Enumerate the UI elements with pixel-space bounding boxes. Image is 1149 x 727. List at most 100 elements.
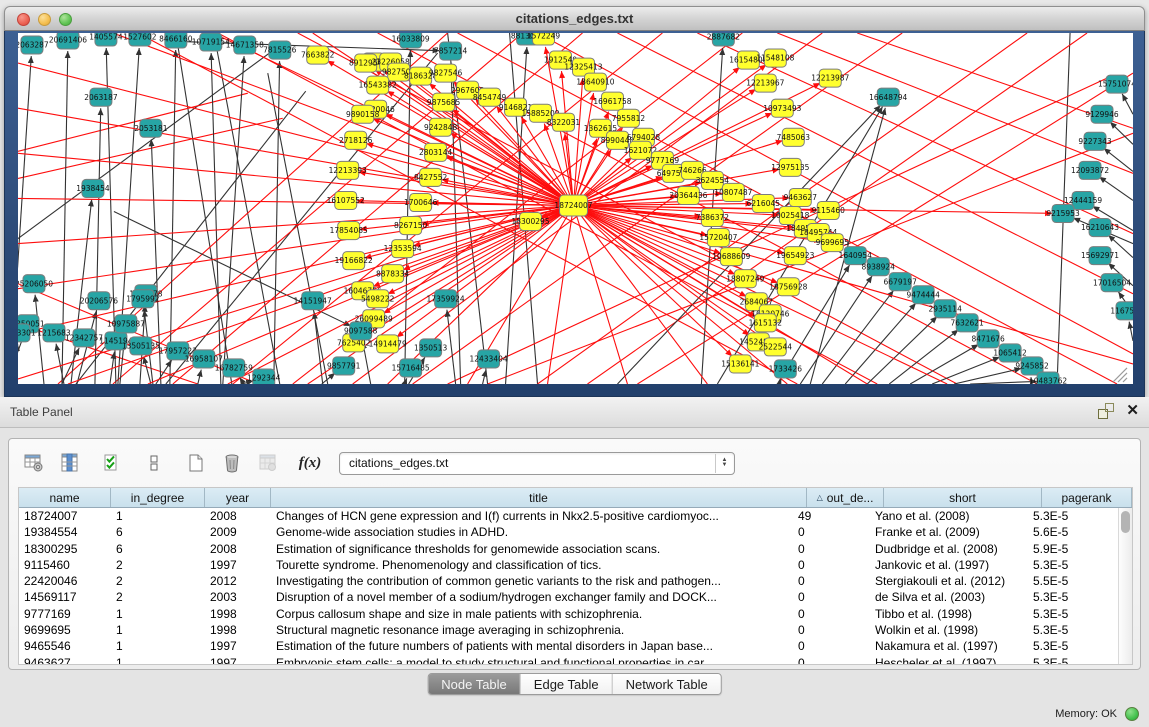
red-edge[interactable]	[18, 198, 574, 205]
graph-node[interactable]: 10975887	[107, 315, 145, 333]
black-edge[interactable]	[211, 53, 221, 384]
graph-node[interactable]: 12975135	[771, 158, 809, 176]
memory-status-icon[interactable]	[1125, 707, 1139, 721]
rows-icon[interactable]	[139, 449, 169, 477]
black-edge[interactable]	[198, 370, 201, 384]
black-edge[interactable]	[932, 357, 1000, 384]
table-row[interactable]: 2242004622012Investigating the contribut…	[19, 573, 1118, 589]
table-row[interactable]: 1938455462009Genome-wide association stu…	[19, 524, 1118, 540]
graph-node[interactable]: 12213967	[746, 74, 784, 92]
graph-node[interactable]: 25206050	[18, 275, 53, 293]
float-window-icon[interactable]	[1098, 403, 1114, 419]
graph-node[interactable]: 1405574	[89, 33, 123, 46]
black-edge[interactable]	[62, 348, 79, 384]
import-columns-icon[interactable]	[97, 449, 127, 477]
scrollbar-thumb[interactable]	[1121, 511, 1130, 533]
graph-node[interactable]: 9129946	[1085, 105, 1119, 123]
black-edge[interactable]	[322, 373, 335, 384]
graph-node[interactable]: 15136141	[721, 355, 759, 373]
graph-node[interactable]: 8466160	[159, 33, 193, 48]
table-column-icon[interactable]	[55, 449, 85, 477]
table-row[interactable]: 946554611997Estimation of the future num…	[19, 638, 1118, 654]
black-edge[interactable]	[970, 381, 1037, 384]
graph-node[interactable]: 16961758	[593, 92, 631, 110]
table-body[interactable]: 1872400712008Changes of HCN gene express…	[19, 508, 1118, 664]
red-edge[interactable]	[548, 205, 574, 384]
black-edge[interactable]	[1099, 177, 1133, 201]
tab-node-table[interactable]: Node Table	[428, 674, 521, 694]
table-row[interactable]: 911546021997Tourette syndrome. Phenomeno…	[19, 557, 1118, 573]
network-graph-canvas[interactable]: 2063287206914061405574152760284661601071…	[18, 33, 1133, 384]
table-row[interactable]: 1456911722003Disruption of a novel membe…	[19, 589, 1118, 605]
resize-grip-icon[interactable]	[1113, 368, 1127, 382]
table-row[interactable]: 1872400712008Changes of HCN gene express…	[19, 508, 1118, 524]
table-row[interactable]: 1830029562008Estimation of significance …	[19, 541, 1118, 557]
new-table-icon[interactable]	[181, 449, 211, 477]
graph-node[interactable]: 1167533	[1110, 302, 1133, 320]
graph-node[interactable]: 1938454	[76, 179, 110, 197]
graph-node[interactable]: 12093872	[1071, 161, 1109, 179]
black-edge[interactable]	[223, 56, 244, 384]
function-builder-icon[interactable]: f(x)	[295, 449, 325, 477]
graph-node[interactable]: 20206576	[80, 292, 118, 310]
graph-node[interactable]: 1700646	[404, 193, 438, 211]
graph-node[interactable]: 16033809	[392, 33, 430, 48]
table-settings-icon[interactable]	[19, 449, 49, 477]
graph-node[interactable]: 7857214	[434, 42, 468, 60]
graph-node[interactable]: 7485063	[777, 128, 811, 146]
graph-node[interactable]: 18807249	[726, 270, 764, 288]
black-edge[interactable]	[170, 50, 176, 384]
graph-node[interactable]: 12433404	[470, 350, 508, 368]
graph-node[interactable]: 15720407	[699, 229, 737, 247]
column-header-short[interactable]: short	[884, 488, 1042, 507]
table-selector-dropdown[interactable]: citations_edges.txt ▲▼	[339, 452, 735, 475]
graph-node[interactable]: 10688609	[712, 248, 750, 266]
black-edge[interactable]	[166, 53, 438, 384]
column-header-pagerank[interactable]: pagerank	[1042, 488, 1132, 507]
dropdown-stepper-icon[interactable]: ▲▼	[715, 454, 733, 473]
column-header-year[interactable]: year	[205, 488, 271, 507]
graph-node[interactable]: 15751074	[1098, 75, 1133, 93]
red-edge[interactable]	[777, 33, 1133, 173]
table-header-row[interactable]: namein_degreeyeartitle△out_de...shortpag…	[19, 488, 1132, 508]
close-panel-icon[interactable]: ✕	[1126, 403, 1139, 419]
graph-node[interactable]: 16107552	[327, 191, 365, 209]
black-edge[interactable]	[35, 295, 44, 384]
graph-node[interactable]: 2063187	[84, 88, 118, 106]
window-titlebar[interactable]: citations_edges.txt	[4, 6, 1145, 31]
tab-edge-table[interactable]: Edge Table	[521, 674, 613, 694]
black-edge[interactable]	[447, 310, 456, 384]
column-header-title[interactable]: title	[271, 488, 807, 507]
graph-node[interactable]: 2887682	[707, 33, 741, 46]
column-header-in_degree[interactable]: in_degree	[111, 488, 205, 507]
graph-node[interactable]: 16648794	[869, 88, 907, 106]
tab-network-table[interactable]: Network Table	[613, 674, 721, 694]
graph-node[interactable]: 1733426	[769, 360, 803, 378]
column-header-out_de[interactable]: △out_de...	[807, 488, 884, 507]
graph-node[interactable]: 10719154	[192, 33, 230, 51]
delete-table-icon[interactable]	[217, 449, 247, 477]
graph-node[interactable]: 7663822	[301, 46, 335, 64]
black-edge[interactable]	[77, 311, 96, 384]
vertical-scrollbar[interactable]	[1118, 508, 1132, 664]
black-edge[interactable]	[1129, 322, 1133, 341]
graph-node[interactable]: 7815526	[263, 41, 297, 59]
red-edge[interactable]	[574, 205, 708, 384]
graph-node[interactable]: 9227343	[1078, 132, 1112, 150]
graph-node[interactable]: 14671358	[226, 36, 264, 54]
red-edge[interactable]	[574, 205, 628, 384]
graph-node[interactable]: 8427552	[414, 168, 448, 186]
graph-node[interactable]: 2063287	[18, 36, 49, 54]
graph-node[interactable]: 18724007	[554, 195, 592, 216]
graph-node[interactable]: 1527602	[123, 33, 157, 46]
black-edge[interactable]	[483, 370, 486, 384]
graph-node[interactable]: 2053181	[134, 119, 168, 137]
table-row[interactable]: 977716911998Corpus callosum shape and si…	[19, 606, 1118, 622]
column-header-name[interactable]: name	[19, 488, 111, 507]
table-row[interactable]: 969969511998Structural magnetic resonanc…	[19, 622, 1118, 638]
black-edge[interactable]	[314, 312, 323, 384]
graph-node[interactable]: 20691406	[49, 33, 87, 49]
black-edge[interactable]	[800, 276, 872, 384]
graph-node[interactable]: 19166822	[335, 252, 373, 270]
black-edge[interactable]	[1122, 94, 1133, 114]
